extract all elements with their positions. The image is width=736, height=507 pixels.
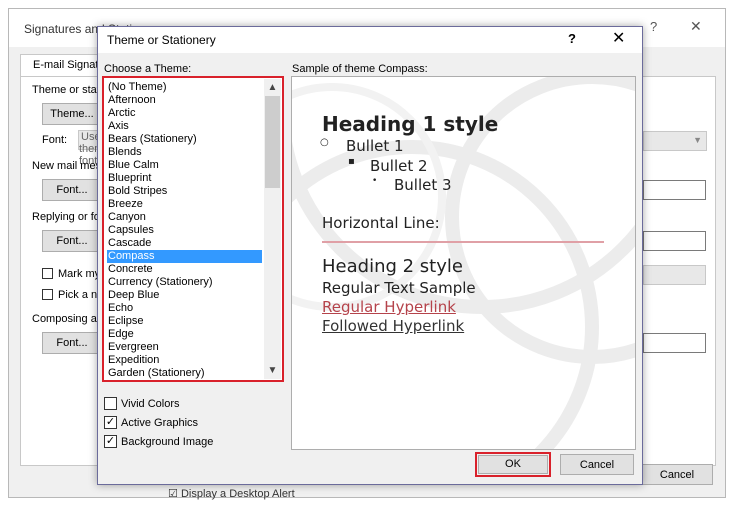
theme-list-item[interactable]: Evergreen xyxy=(107,341,262,354)
theme-list-item[interactable]: Cascade xyxy=(107,237,262,250)
theme-list-item[interactable]: Arctic xyxy=(107,107,262,120)
ok-button[interactable]: OK xyxy=(478,455,548,474)
cancel-button[interactable]: Cancel xyxy=(560,454,634,475)
theme-list-item[interactable]: Bears (Stationery) xyxy=(107,133,262,146)
theme-list-item[interactable]: Blue Calm xyxy=(107,159,262,172)
vivid-colors-checkbox[interactable] xyxy=(104,397,117,410)
mark-comments-checkbox[interactable] xyxy=(42,268,53,279)
close-icon[interactable]: ✕ xyxy=(612,28,625,48)
active-graphics-label: Active Graphics xyxy=(121,417,199,429)
theme-list-item[interactable]: Concrete xyxy=(107,263,262,276)
scroll-down-icon[interactable]: ▼ xyxy=(264,362,281,379)
signatures-cancel-button[interactable]: Cancel xyxy=(641,464,713,485)
choose-theme-label: Choose a Theme: xyxy=(104,63,192,75)
mark-comments-field[interactable] xyxy=(643,265,706,285)
theme-list-item[interactable]: (No Theme) xyxy=(107,81,262,94)
check-icon: ✓ xyxy=(105,416,116,428)
sample-bullet-3: Bullet 3 xyxy=(394,176,452,194)
chevron-down-icon: ▼ xyxy=(693,135,702,145)
reply-font-button[interactable]: Font... xyxy=(42,230,102,252)
new-mail-font-preview xyxy=(643,180,706,200)
theme-list-item[interactable]: Compass xyxy=(107,250,262,263)
theme-list-items: (No Theme) Afternoon Arctic Axis Bears (… xyxy=(107,81,262,380)
sample-bullet-1: Bullet 1 xyxy=(346,137,404,155)
background-image-checkbox[interactable]: ✓ xyxy=(104,435,117,448)
theme-list-item[interactable]: Afternoon xyxy=(107,94,262,107)
theme-list-item[interactable]: Canyon xyxy=(107,211,262,224)
vivid-colors-label: Vivid Colors xyxy=(121,398,180,410)
pick-color-checkbox[interactable] xyxy=(42,289,53,300)
theme-list-item[interactable]: Bold Stripes xyxy=(107,185,262,198)
sample-horizontal-line xyxy=(322,241,604,243)
theme-dialog-title: Theme or Stationery xyxy=(107,33,216,47)
theme-list-item[interactable]: Breeze xyxy=(107,198,262,211)
theme-button[interactable]: Theme... xyxy=(42,103,102,125)
theme-list-item[interactable]: Echo xyxy=(107,302,262,315)
sample-regular-text: Regular Text Sample xyxy=(322,279,476,297)
scroll-up-icon[interactable]: ▲ xyxy=(264,79,281,96)
theme-list-item[interactable]: Axis xyxy=(107,120,262,133)
theme-list-item[interactable]: Blueprint xyxy=(107,172,262,185)
bullet-square-icon: ▪ xyxy=(348,156,355,167)
background-image-label: Background Image xyxy=(121,436,214,448)
theme-list-item[interactable]: Capsules xyxy=(107,224,262,237)
scroll-thumb[interactable] xyxy=(265,96,280,188)
theme-list-item[interactable]: Garden (Stationery) xyxy=(107,367,262,380)
sample-bullet-2: Bullet 2 xyxy=(370,157,428,175)
bullet-dot-icon: • xyxy=(372,176,378,186)
plain-text-font-button[interactable]: Font... xyxy=(42,332,102,354)
check-icon: ☑ xyxy=(168,488,178,500)
theme-list-item[interactable]: Deep Blue xyxy=(107,289,262,302)
sample-heading2: Heading 2 style xyxy=(322,256,463,277)
theme-list-item[interactable]: Edge xyxy=(107,328,262,341)
theme-list-item[interactable]: Currency (Stationery) xyxy=(107,276,262,289)
check-icon: ✓ xyxy=(105,435,116,447)
sample-heading1: Heading 1 style xyxy=(322,112,499,136)
theme-list-item[interactable]: Eclipse xyxy=(107,315,262,328)
sample-hline-label: Horizontal Line: xyxy=(322,214,440,232)
desktop-alert-label: ☑ Display a Desktop Alert xyxy=(168,487,295,500)
plain-text-font-preview xyxy=(643,333,706,353)
signatures-close-icon[interactable]: ✕ xyxy=(690,18,702,35)
reply-font-preview xyxy=(643,231,706,251)
sample-label: Sample of theme Compass: xyxy=(292,63,428,75)
desktop-alert-text: Display a Desktop Alert xyxy=(180,488,295,500)
sample-hyperlink: Regular Hyperlink xyxy=(322,298,456,316)
active-graphics-checkbox[interactable]: ✓ xyxy=(104,416,117,429)
font-dropdown-right[interactable]: ▼ xyxy=(643,131,707,151)
signatures-help-button[interactable]: ? xyxy=(650,19,657,34)
theme-list-item[interactable]: Blends xyxy=(107,146,262,159)
theme-list-item[interactable]: Expedition xyxy=(107,354,262,367)
font-label: Font: xyxy=(42,134,68,146)
sample-followed-hyperlink: Followed Hyperlink xyxy=(322,317,465,335)
bullet-circle-icon: ○ xyxy=(320,137,329,148)
help-button[interactable]: ? xyxy=(568,31,576,46)
new-mail-font-button[interactable]: Font... xyxy=(42,179,102,201)
